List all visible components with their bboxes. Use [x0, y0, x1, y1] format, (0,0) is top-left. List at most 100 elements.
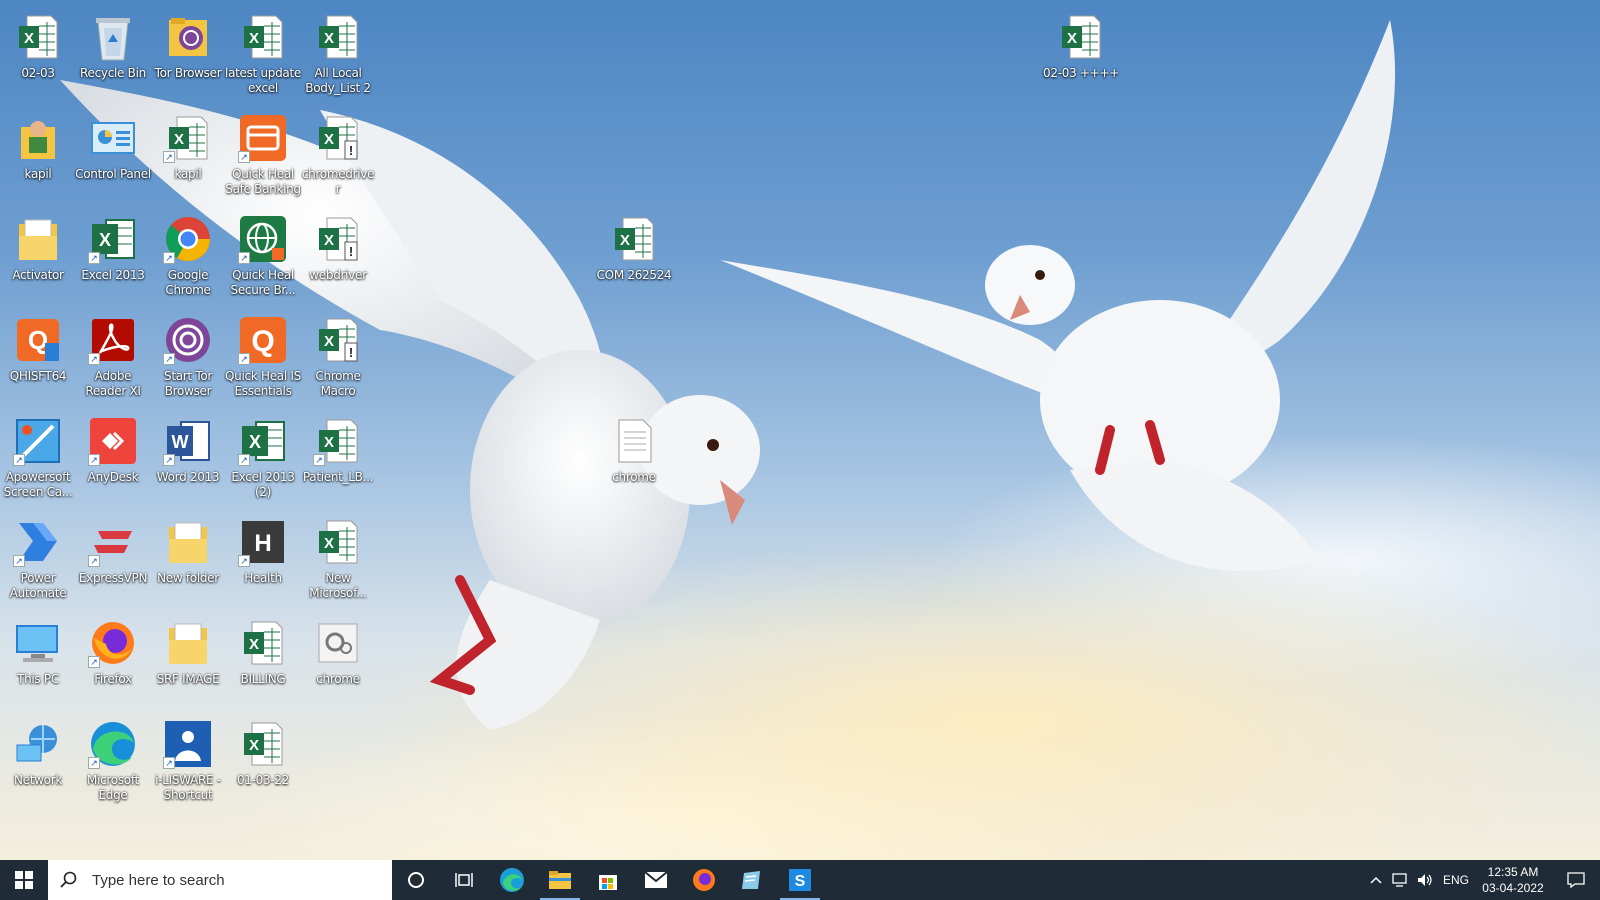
- taskbar-file-explorer[interactable]: [536, 860, 584, 900]
- desktop-icon-02-03[interactable]: X 02-03: [0, 6, 76, 104]
- desktop-icon-new-microsof[interactable]: X New Microsof...: [300, 511, 376, 609]
- desktop-icon-label: Chrome Macro: [315, 369, 361, 398]
- desktop-icon-adobe-reader-xi[interactable]: ↗ Adobe Reader XI: [75, 309, 151, 407]
- apowersoft-icon: ↗: [13, 416, 63, 466]
- input-language-button[interactable]: ENG: [1438, 860, 1474, 900]
- excel-icon: X: [1056, 12, 1106, 62]
- desktop-icon-label: SRF IMAGE: [156, 672, 220, 686]
- desktop-icon-label: 02-03 ++++: [1043, 66, 1119, 80]
- desktop-icon-this-pc[interactable]: This PC: [0, 612, 76, 710]
- desktop-icon-srf-image[interactable]: SRF IMAGE: [150, 612, 226, 710]
- cortana-button[interactable]: [392, 860, 440, 900]
- power-automate-icon: ↗: [13, 517, 63, 567]
- anydesk-icon: ↗: [88, 416, 138, 466]
- desktop-icon-label: This PC: [17, 672, 59, 686]
- desktop-icon-webdriver[interactable]: X! webdriver: [300, 208, 376, 306]
- mail-icon: [644, 871, 668, 888]
- svg-text:X: X: [249, 636, 259, 653]
- file-explorer-icon: [549, 871, 571, 889]
- desktop-icon-billing[interactable]: X BILLING: [225, 612, 301, 710]
- desktop-icon-kapil[interactable]: X ↗ kapil: [150, 107, 226, 205]
- taskbar-edge[interactable]: [488, 860, 536, 900]
- liswaresync-icon: S: [789, 869, 811, 891]
- taskbar-liswaresync[interactable]: S: [776, 860, 824, 900]
- svg-text:X: X: [620, 232, 630, 249]
- desktop-icon-recycle-bin[interactable]: Recycle Bin: [75, 6, 151, 104]
- clock-time: 12:35 AM: [1487, 865, 1539, 879]
- desktop-icon-chromedriver[interactable]: X! chromedriver: [300, 107, 376, 205]
- desktop-icon-chrome[interactable]: chrome: [300, 612, 376, 710]
- taskbar-mail[interactable]: [632, 860, 680, 900]
- desktop-icon-excel-2013-2[interactable]: X ↗ Excel 2013 (2): [225, 410, 301, 508]
- desktop-icon-02-03[interactable]: X 02-03 ++++: [1043, 6, 1119, 104]
- action-center-button[interactable]: [1552, 860, 1600, 900]
- desktop-icon-label: QHISFT64: [9, 369, 67, 383]
- desktop-icon-tor-browser[interactable]: Tor Browser: [150, 6, 226, 104]
- desktop-icon-health[interactable]: H ↗ Health: [225, 511, 301, 609]
- desktop-icon-label: latest update excel: [225, 66, 301, 95]
- excel-warn-icon: X!: [313, 315, 363, 365]
- desktop-icon-all-local-body-list-2[interactable]: X All Local Body_List 2: [300, 6, 376, 104]
- desktop-icon-quick-heal-safe-banking[interactable]: ↗ Quick Heal Safe Banking: [225, 107, 301, 205]
- desktop-icon-qhisft64[interactable]: Q QHISFT64: [0, 309, 76, 407]
- taskbar-search-box[interactable]: Type here to search: [48, 860, 392, 900]
- firefox-icon: [693, 869, 715, 891]
- taskbar-notepad[interactable]: [728, 860, 776, 900]
- desktop-icon-01-03-22[interactable]: X 01-03-22: [225, 713, 301, 811]
- desktop-icon-label: Microsoft Edge: [87, 773, 139, 802]
- quickheal-secure-icon: ↗: [238, 214, 288, 264]
- desktop-icon-firefox[interactable]: ↗ Firefox: [75, 612, 151, 710]
- text-file-icon: [609, 416, 659, 466]
- desktop-icon-label: Quick Heal IS Essentials: [225, 369, 301, 398]
- desktop-icon-label: New folder: [157, 571, 219, 585]
- desktop-icon-label: chrome: [316, 672, 360, 686]
- desktop-icon-label: Recycle Bin: [80, 66, 146, 80]
- desktop-icon-patient-lb[interactable]: X ↗ Patient_LB...: [300, 410, 376, 508]
- show-hidden-icons-button[interactable]: [1364, 860, 1388, 900]
- desktop-icon-google-chrome[interactable]: ↗ Google Chrome: [150, 208, 226, 306]
- desktop-icon-i-lisware-shortcut[interactable]: ↗ i-LISWARE - Shortcut: [150, 713, 226, 811]
- desktop-icon-power-automate[interactable]: ↗ Power Automate: [0, 511, 76, 609]
- desktop-icon-kapil[interactable]: kapil: [0, 107, 76, 205]
- desktop-icon-control-panel[interactable]: Control Panel: [75, 107, 151, 205]
- volume-tray-button[interactable]: [1412, 860, 1438, 900]
- desktop[interactable]: X 02-03 Recycle Bin Tor Browser Xlatest upda…: [0, 0, 1600, 860]
- taskbar-store[interactable]: [584, 860, 632, 900]
- edge-icon: [500, 868, 524, 892]
- desktop-icon-com-262524[interactable]: X COM 262524: [596, 208, 672, 306]
- desktop-icon-label: ExpressVPN: [78, 571, 148, 585]
- clock[interactable]: 12:35 AM 03-04-2022: [1474, 860, 1552, 900]
- search-placeholder: Type here to search: [92, 871, 225, 889]
- desktop-icon-quick-heal-is-essentials[interactable]: Q ↗ Quick Heal IS Essentials: [225, 309, 301, 407]
- svg-text:X: X: [24, 30, 34, 47]
- excel-icon: X: [13, 12, 63, 62]
- start-button[interactable]: [0, 860, 48, 900]
- desktop-icon-word-2013[interactable]: W ↗ Word 2013: [150, 410, 226, 508]
- notification-icon: [1567, 872, 1585, 888]
- clock-date: 03-04-2022: [1482, 881, 1544, 895]
- network-tray-button[interactable]: [1388, 860, 1412, 900]
- desktop-icon-latest-update-excel[interactable]: Xlatest update excel: [225, 6, 301, 104]
- desktop-icon-quick-heal-secure-br[interactable]: ↗ Quick Heal Secure Br...: [225, 208, 301, 306]
- desktop-icon-label: Start Tor Browser: [164, 369, 212, 398]
- desktop-icon-label: All Local Body_List 2: [305, 66, 371, 95]
- taskbar-firefox[interactable]: [680, 860, 728, 900]
- desktop-icon-expressvpn[interactable]: ↗ ExpressVPN: [75, 511, 151, 609]
- desktop-icon-network[interactable]: Network: [0, 713, 76, 811]
- desktop-icon-chrome-macro[interactable]: X! Chrome Macro: [300, 309, 376, 407]
- desktop-icon-anydesk[interactable]: ↗ AnyDesk: [75, 410, 151, 508]
- desktop-icon-new-folder[interactable]: New folder: [150, 511, 226, 609]
- task-view-button[interactable]: [440, 860, 488, 900]
- svg-text:Q: Q: [251, 325, 274, 358]
- desktop-icon-excel-2013[interactable]: X ↗ Excel 2013: [75, 208, 151, 306]
- desktop-icon-chrome[interactable]: chrome: [596, 410, 672, 508]
- svg-text:X: X: [324, 30, 334, 47]
- desktop-icon-label: Quick Heal Safe Banking: [225, 167, 301, 196]
- excel-shortcut-icon: X ↗: [163, 113, 213, 163]
- desktop-icon-activator[interactable]: Activator: [0, 208, 76, 306]
- desktop-icon-label: Health: [244, 571, 282, 585]
- desktop-icon-apowersoft-screen-ca[interactable]: ↗ Apowersoft Screen Ca...: [0, 410, 76, 508]
- desktop-icon-microsoft-edge[interactable]: ↗ Microsoft Edge: [75, 713, 151, 811]
- desktop-icon-label: Word 2013: [156, 470, 220, 484]
- desktop-icon-start-tor-browser[interactable]: ↗ Start Tor Browser: [150, 309, 226, 407]
